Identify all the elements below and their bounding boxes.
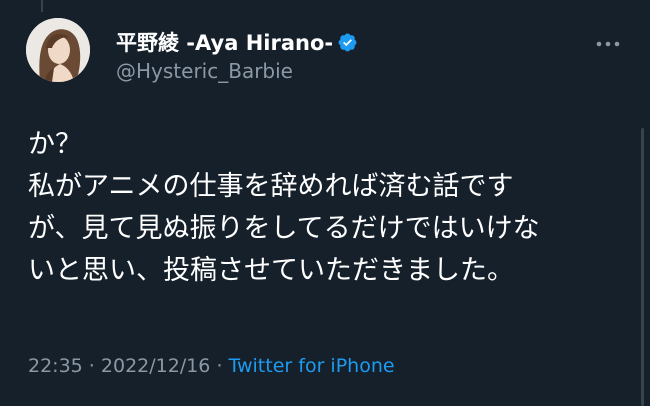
tweet-text-line: が、見て見ぬ振りをしてるだけではいけな xyxy=(28,213,540,244)
meta-separator: · xyxy=(210,355,229,377)
tweet-text-line: か？ xyxy=(28,129,82,160)
tweet-view: 平野綾 -Aya Hirano- @Hysteric_Barbie か？ 私がア… xyxy=(0,0,650,406)
tweet-time[interactable]: 22:35 xyxy=(28,355,83,377)
thread-connector-line xyxy=(41,0,43,12)
tweet-text-line: 私がアニメの仕事を辞めれば済む話です xyxy=(28,171,514,202)
tweet-date[interactable]: 2022/12/16 xyxy=(101,355,211,377)
avatar[interactable] xyxy=(26,18,90,82)
tweet-metadata: 22:35 · 2022/12/16 · Twitter for iPhone xyxy=(28,355,395,377)
name-row: 平野綾 -Aya Hirano- xyxy=(116,28,358,56)
tweet-text: か？ 私がアニメの仕事を辞めれば済む話です が、見て見ぬ振りをしてるだけではいけ… xyxy=(28,124,633,292)
scrollbar[interactable] xyxy=(641,128,644,406)
avatar-image xyxy=(26,18,90,82)
user-block: 平野綾 -Aya Hirano- @Hysteric_Barbie xyxy=(116,28,358,83)
meta-separator: · xyxy=(82,355,101,377)
display-name[interactable]: 平野綾 -Aya Hirano- xyxy=(116,27,333,57)
tweet-text-line: いと思い、投稿させていただきました。 xyxy=(28,255,514,286)
verified-badge-icon xyxy=(338,33,357,51)
tweet-source-link[interactable]: Twitter for iPhone xyxy=(229,355,395,377)
user-handle[interactable]: @Hysteric_Barbie xyxy=(116,59,358,83)
more-options-icon[interactable] xyxy=(592,36,624,52)
